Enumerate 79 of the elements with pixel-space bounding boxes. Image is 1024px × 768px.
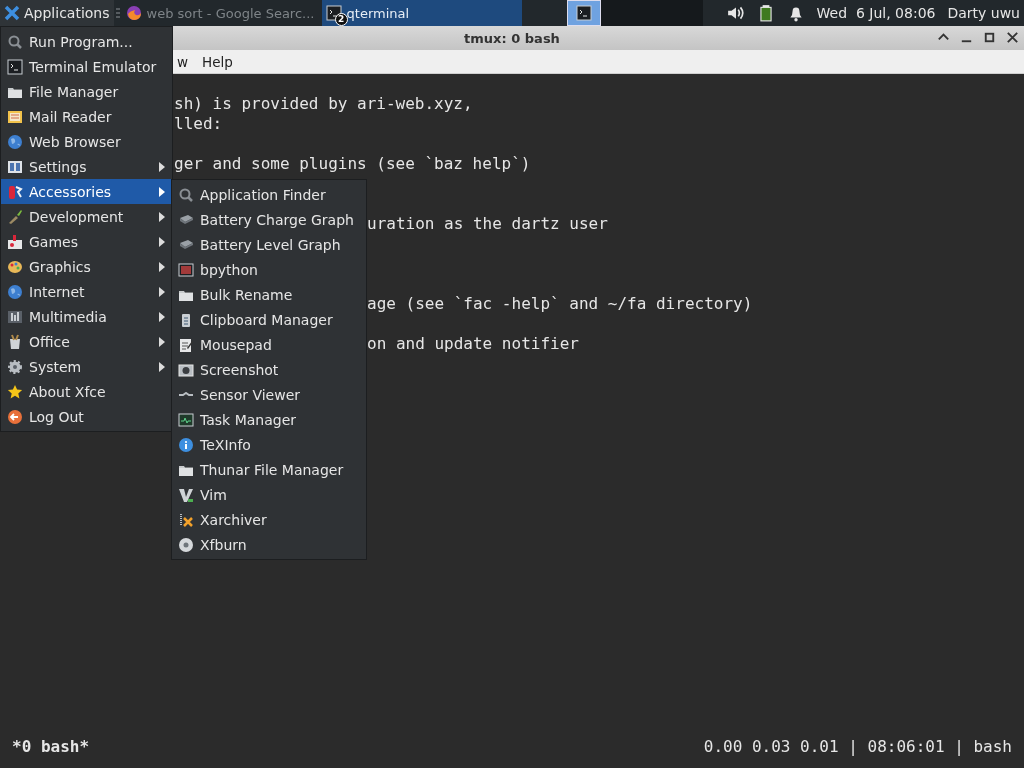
menu-item[interactable]: System bbox=[1, 354, 172, 379]
workspace-button[interactable] bbox=[600, 0, 635, 26]
terminal-line: ger and some plugins (see `baz help`) bbox=[174, 154, 531, 173]
menu-item[interactable]: Vim bbox=[172, 482, 366, 507]
menu-item[interactable]: Multimedia bbox=[1, 304, 172, 329]
tmux-window-label: *0 bash* bbox=[12, 737, 90, 756]
menu-item[interactable]: Office bbox=[1, 329, 172, 354]
star-icon bbox=[7, 383, 23, 400]
menu-item[interactable]: Terminal Emulator bbox=[1, 54, 172, 79]
monitor-icon bbox=[178, 411, 194, 428]
terminal-line: on and update notifier bbox=[367, 334, 579, 353]
globe-icon bbox=[7, 283, 23, 300]
tmux-status: 0.00 0.03 0.01 | 08:06:01 | bash bbox=[703, 737, 1012, 756]
fox-globe-icon bbox=[125, 5, 142, 21]
terminal-line: sh) is provided by ari-web.xyz, bbox=[174, 94, 473, 113]
brush-icon bbox=[7, 208, 23, 225]
applications-menu-button[interactable]: Applications bbox=[0, 0, 114, 26]
user-name[interactable]: Darty uwu bbox=[947, 5, 1020, 21]
menu-item[interactable]: Accessories bbox=[1, 179, 172, 204]
media-icon bbox=[7, 308, 23, 325]
volume-icon bbox=[726, 4, 745, 22]
menu-item[interactable]: Xfburn bbox=[172, 532, 366, 557]
task-button[interactable]: web sort - Google Searc... bbox=[121, 0, 322, 26]
palette-icon bbox=[7, 258, 23, 275]
mail-icon bbox=[7, 108, 23, 125]
terminal-icon bbox=[325, 5, 342, 21]
logout-icon bbox=[7, 408, 23, 425]
menu-item[interactable]: Battery Level Graph bbox=[172, 232, 366, 257]
globe-icon bbox=[7, 133, 23, 150]
menu-item[interactable]: bpython bbox=[172, 257, 366, 282]
screen-icon bbox=[178, 261, 194, 278]
notepad-icon bbox=[178, 336, 194, 353]
office-icon bbox=[7, 333, 23, 350]
archive-icon bbox=[178, 511, 194, 528]
maximize-button[interactable] bbox=[982, 30, 997, 45]
close-button[interactable] bbox=[1005, 30, 1020, 45]
menu-item[interactable]: Mousepad bbox=[172, 332, 366, 357]
menu-item[interactable]: Internet bbox=[1, 279, 172, 304]
menu-item[interactable]: Help bbox=[200, 51, 235, 72]
menu-item[interactable]: Screenshot bbox=[172, 357, 366, 382]
menu-item[interactable]: Settings bbox=[1, 154, 172, 179]
menu-item[interactable]: About Xfce bbox=[1, 379, 172, 404]
clock[interactable]: Wed 6 Jul, 08:06 bbox=[816, 5, 936, 21]
menu-item[interactable]: File Manager bbox=[1, 79, 172, 104]
menu-item[interactable]: Clipboard Manager bbox=[172, 307, 366, 332]
menu-item[interactable]: Log Out bbox=[1, 404, 172, 429]
menu-item[interactable]: Development bbox=[1, 204, 172, 229]
menu-item[interactable]: Web Browser bbox=[1, 129, 172, 154]
window-title: tmux: 0 bash bbox=[464, 30, 560, 46]
games-icon bbox=[7, 233, 23, 250]
menu-item[interactable]: TeXInfo bbox=[172, 432, 366, 457]
settings-icon bbox=[7, 158, 23, 175]
search-icon bbox=[178, 186, 194, 203]
camera-icon bbox=[178, 361, 194, 378]
info-icon bbox=[178, 436, 194, 453]
workspace-button[interactable] bbox=[566, 0, 601, 26]
menu-item[interactable]: Games bbox=[1, 229, 172, 254]
disc-icon bbox=[178, 536, 194, 553]
menu-item[interactable]: Thunar File Manager bbox=[172, 457, 366, 482]
search-icon bbox=[7, 33, 23, 50]
terminal-line: uration as the dartz user bbox=[367, 214, 608, 233]
terminal-line: lled: bbox=[174, 114, 223, 133]
terminal-line: age (see `fac -help` and ~/fa directory) bbox=[367, 294, 753, 313]
menu-item[interactable]: Graphics bbox=[1, 254, 172, 279]
terminal-icon bbox=[575, 5, 592, 21]
menu-item[interactable]: Xarchiver bbox=[172, 507, 366, 532]
menu-item[interactable]: Run Program... bbox=[1, 29, 172, 54]
handle-icon bbox=[115, 7, 120, 19]
menu-item[interactable]: w bbox=[175, 51, 191, 72]
menu-item[interactable]: Battery Charge Graph bbox=[172, 207, 366, 232]
menu-item[interactable]: Bulk Rename bbox=[172, 282, 366, 307]
terminal-icon bbox=[7, 58, 23, 75]
menu-item[interactable]: Task Manager bbox=[172, 407, 366, 432]
menu-item[interactable]: Sensor Viewer bbox=[172, 382, 366, 407]
vim-icon bbox=[178, 486, 194, 503]
sensor-icon bbox=[178, 391, 194, 398]
menu-item[interactable]: Application Finder bbox=[172, 182, 366, 207]
gear-icon bbox=[7, 358, 23, 375]
menu-item[interactable]: Mail Reader bbox=[1, 104, 172, 129]
